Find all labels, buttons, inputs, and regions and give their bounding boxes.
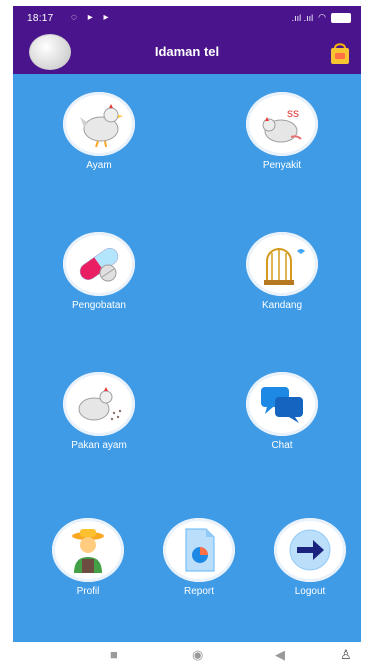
menu-label-logout: Logout xyxy=(294,586,326,597)
menu-pakan-ayam[interactable]: Pakan ayam xyxy=(49,372,149,482)
status-right: .ııl .ııl ◠ xyxy=(292,12,351,23)
birdcage-icon xyxy=(246,232,318,296)
svg-text:ss: ss xyxy=(287,106,299,120)
status-notification-icons: ◌ ▸ ▸ xyxy=(71,12,113,23)
arrow-right-icon xyxy=(274,518,346,582)
menu-logout[interactable]: Logout xyxy=(260,518,360,628)
shopping-bag-icon[interactable] xyxy=(329,40,351,66)
menu-profil[interactable]: Profil xyxy=(38,518,138,628)
menu-kandang[interactable]: Kandang xyxy=(232,232,332,342)
menu-label-penyakit: Penyakit xyxy=(262,160,302,171)
menu-label-report: Report xyxy=(183,586,214,597)
recent-apps-icon[interactable]: ■ xyxy=(110,647,118,662)
menu-chat[interactable]: Chat xyxy=(232,372,332,482)
menu-pengobatan[interactable]: Pengobatan xyxy=(49,232,149,342)
farmer-icon xyxy=(52,518,124,582)
pill-icon xyxy=(63,232,135,296)
menu-label-pakan: Pakan ayam xyxy=(71,440,127,451)
menu-label-kandang: Kandang xyxy=(261,300,303,311)
menu-label-chat: Chat xyxy=(271,440,293,451)
menu-ayam[interactable]: Ayam xyxy=(49,92,149,202)
menu-label-ayam: Ayam xyxy=(86,160,112,171)
app-screen: 18:17 ◌ ▸ ▸ .ııl .ııl ◠ Idaman tel Ayam … xyxy=(13,6,361,642)
signal-icon: .ııl .ııl xyxy=(291,12,314,23)
page-title: Idaman tel xyxy=(154,44,220,59)
status-time: 18:17 xyxy=(27,13,54,24)
menu-label-pengobatan: Pengobatan xyxy=(72,300,126,311)
menu-label-profil: Profil xyxy=(76,586,100,597)
chat-bubbles-icon xyxy=(246,372,318,436)
battery-icon xyxy=(331,12,351,23)
report-document-icon xyxy=(163,518,235,582)
system-nav-bar: ■ ◉ ◀ ♙ xyxy=(0,643,373,666)
home-icon[interactable]: ◉ xyxy=(192,647,203,663)
feeding-chicken-icon xyxy=(63,372,135,436)
back-icon[interactable]: ◀ xyxy=(275,647,285,663)
app-bar: 18:17 ◌ ▸ ▸ .ııl .ııl ◠ Idaman tel xyxy=(13,6,361,74)
wifi-icon: ◠ xyxy=(318,12,326,22)
accessibility-icon[interactable]: ♙ xyxy=(340,647,352,663)
sick-chicken-icon: ss xyxy=(246,92,318,156)
chicken-icon xyxy=(63,92,135,156)
status-bar: 18:17 ◌ ▸ ▸ .ııl .ııl ◠ xyxy=(13,6,361,32)
menu-penyakit[interactable]: ss Penyakit xyxy=(232,92,332,202)
menu-report[interactable]: Report xyxy=(149,518,249,628)
